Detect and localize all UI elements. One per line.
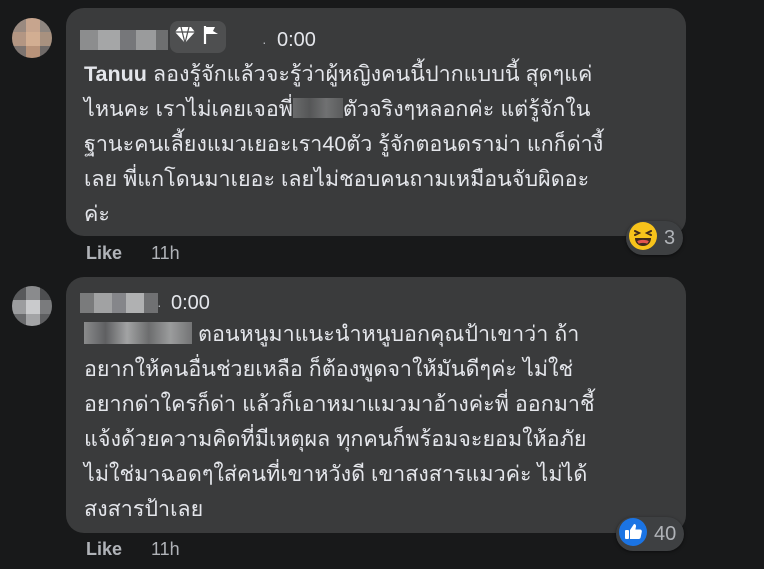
blurred-author-name bbox=[80, 30, 168, 50]
like-button[interactable]: Like bbox=[86, 539, 122, 560]
blurred-author-name bbox=[80, 293, 158, 313]
blurred-name-inline bbox=[292, 98, 343, 118]
blurred-author-name-inline bbox=[84, 322, 192, 344]
comment-age[interactable]: 11h bbox=[151, 243, 180, 264]
comment-time[interactable]: 0:00 bbox=[171, 292, 210, 315]
like-button[interactable]: Like bbox=[86, 243, 122, 264]
separator-dot: · bbox=[262, 34, 267, 50]
comment-bubble: · 0:00 Tanuu ลองรู้จักแล้วจะรู้ว่าผู้หญิ… bbox=[66, 8, 686, 236]
comment-text: Tanuu ลองรู้จักแล้วจะรู้ว่าผู้หญิงคนนี้ป… bbox=[84, 62, 604, 226]
diamond-icon bbox=[175, 26, 195, 49]
reaction-summary[interactable]: 40 bbox=[616, 517, 685, 552]
reaction-count: 3 bbox=[664, 226, 676, 249]
comment-age[interactable]: 11h bbox=[151, 539, 180, 560]
thumbs-up-icon bbox=[618, 517, 648, 552]
comment-time[interactable]: 0:00 bbox=[277, 29, 316, 52]
comment-bubble: · 0:00 ตอนหนูมาแนะนำหนูบอกคุณป้าเขาว่า ถ… bbox=[66, 277, 686, 533]
avatar[interactable] bbox=[12, 286, 52, 326]
reaction-count: 40 bbox=[654, 522, 677, 545]
author-badges[interactable] bbox=[170, 21, 226, 53]
comment-text: ตอนหนูมาแนะนำหนูบอกคุณป้าเขาว่า ถ้า อยาก… bbox=[84, 322, 595, 521]
separator-dot: · bbox=[157, 297, 162, 313]
avatar[interactable] bbox=[12, 18, 52, 58]
reaction-summary[interactable]: 3 bbox=[626, 221, 684, 256]
laughing-emoji-icon bbox=[628, 221, 658, 256]
author-name[interactable]: Tanuu bbox=[84, 62, 147, 86]
flag-icon bbox=[203, 25, 221, 50]
